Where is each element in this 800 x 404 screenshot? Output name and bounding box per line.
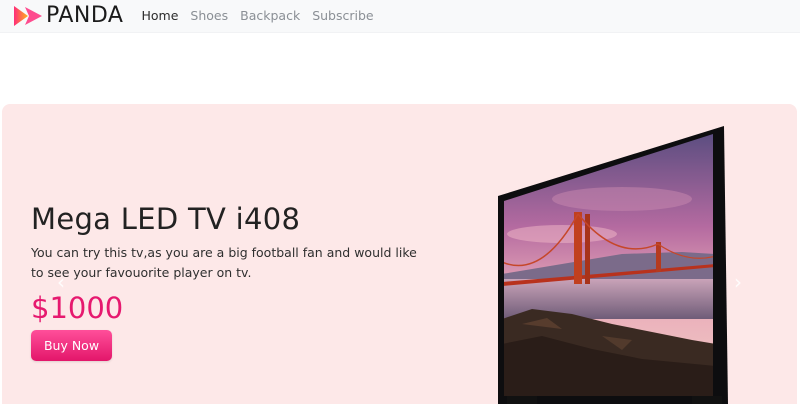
nav-links: Home Shoes Backpack Subscribe [141, 0, 385, 32]
product-price: $1000 [31, 291, 124, 325]
nav-link-backpack[interactable]: Backpack [240, 0, 300, 32]
brand[interactable]: PANDA [12, 0, 123, 32]
nav-link-shoes[interactable]: Shoes [190, 0, 228, 32]
product-description: You can try this tv,as you are a big foo… [31, 245, 417, 280]
buy-now-button[interactable]: Buy Now [31, 330, 112, 361]
panda-logo-icon [14, 6, 42, 26]
navbar: PANDA Home Shoes Backpack Subscribe [0, 0, 800, 33]
nav-link-home[interactable]: Home [141, 0, 178, 32]
chevron-right-icon: › [734, 270, 742, 294]
nav-link-subscribe[interactable]: Subscribe [312, 0, 373, 32]
brand-name: PANDA [46, 3, 124, 28]
carousel-prev-button[interactable]: ‹ [52, 270, 70, 294]
hero-carousel: Mega LED TV i408 You can try this tv,as … [2, 104, 797, 404]
product-title: Mega LED TV i408 [31, 202, 301, 236]
chevron-left-icon: ‹ [57, 270, 65, 294]
carousel-next-button[interactable]: › [729, 270, 747, 294]
